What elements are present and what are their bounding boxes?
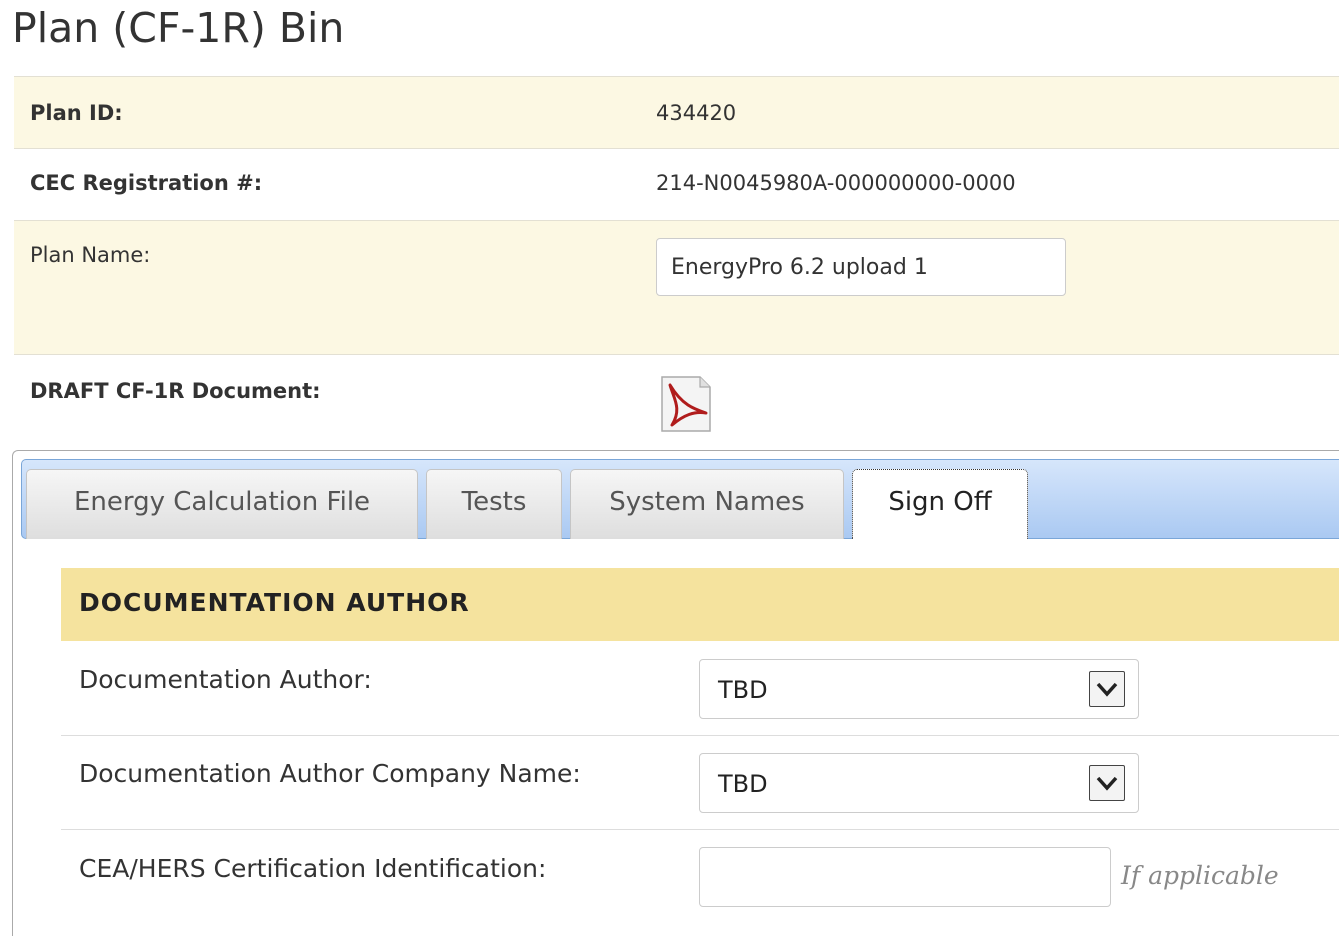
- tab-bar: Energy Calculation File Tests System Nam…: [21, 459, 1339, 539]
- tab-system-names[interactable]: System Names: [570, 469, 844, 539]
- documentation-author-value: TBD: [718, 676, 768, 704]
- tabs-widget: Energy Calculation File Tests System Nam…: [12, 450, 1339, 936]
- tab-tests[interactable]: Tests: [426, 469, 562, 539]
- documentation-author-label: Documentation Author:: [79, 665, 372, 694]
- draft-document-row: DRAFT CF-1R Document:: [14, 354, 1339, 454]
- draft-document-label: DRAFT CF-1R Document:: [30, 379, 321, 403]
- cec-registration-value: 214-N0045980A-000000000-0000: [656, 171, 1016, 195]
- page-title: Plan (CF-1R) Bin: [12, 4, 345, 52]
- author-company-select[interactable]: TBD: [699, 753, 1139, 813]
- section-title: DOCUMENTATION AUTHOR: [79, 588, 470, 617]
- cec-registration-label: CEC Registration #:: [30, 171, 263, 195]
- plan-name-row: Plan Name:: [14, 220, 1339, 354]
- author-company-label: Documentation Author Company Name:: [79, 759, 581, 788]
- cec-registration-row: CEC Registration #: 214-N0045980A-000000…: [14, 148, 1339, 220]
- tab-sign-off[interactable]: Sign Off: [852, 469, 1028, 539]
- plan-id-label: Plan ID:: [30, 101, 123, 125]
- plan-id-value: 434420: [656, 101, 737, 125]
- author-company-value: TBD: [718, 770, 768, 798]
- documentation-author-select[interactable]: TBD: [699, 659, 1139, 719]
- certification-id-label: CEA/HERS Certification Identification:: [79, 854, 547, 883]
- if-applicable-hint: If applicable: [1121, 861, 1279, 890]
- tab-energy-calculation-file[interactable]: Energy Calculation File: [26, 469, 418, 539]
- plan-name-input[interactable]: [656, 238, 1066, 296]
- plan-id-row: Plan ID: 434420: [14, 76, 1339, 148]
- plan-info-table: Plan ID: 434420 CEC Registration #: 214-…: [14, 76, 1339, 454]
- plan-name-label: Plan Name:: [30, 243, 151, 267]
- pdf-icon[interactable]: [660, 375, 712, 433]
- documentation-author-header: DOCUMENTATION AUTHOR: [61, 568, 1339, 641]
- chevron-down-icon[interactable]: [1089, 765, 1125, 801]
- certification-id-input[interactable]: [699, 847, 1111, 907]
- chevron-down-icon[interactable]: [1089, 671, 1125, 707]
